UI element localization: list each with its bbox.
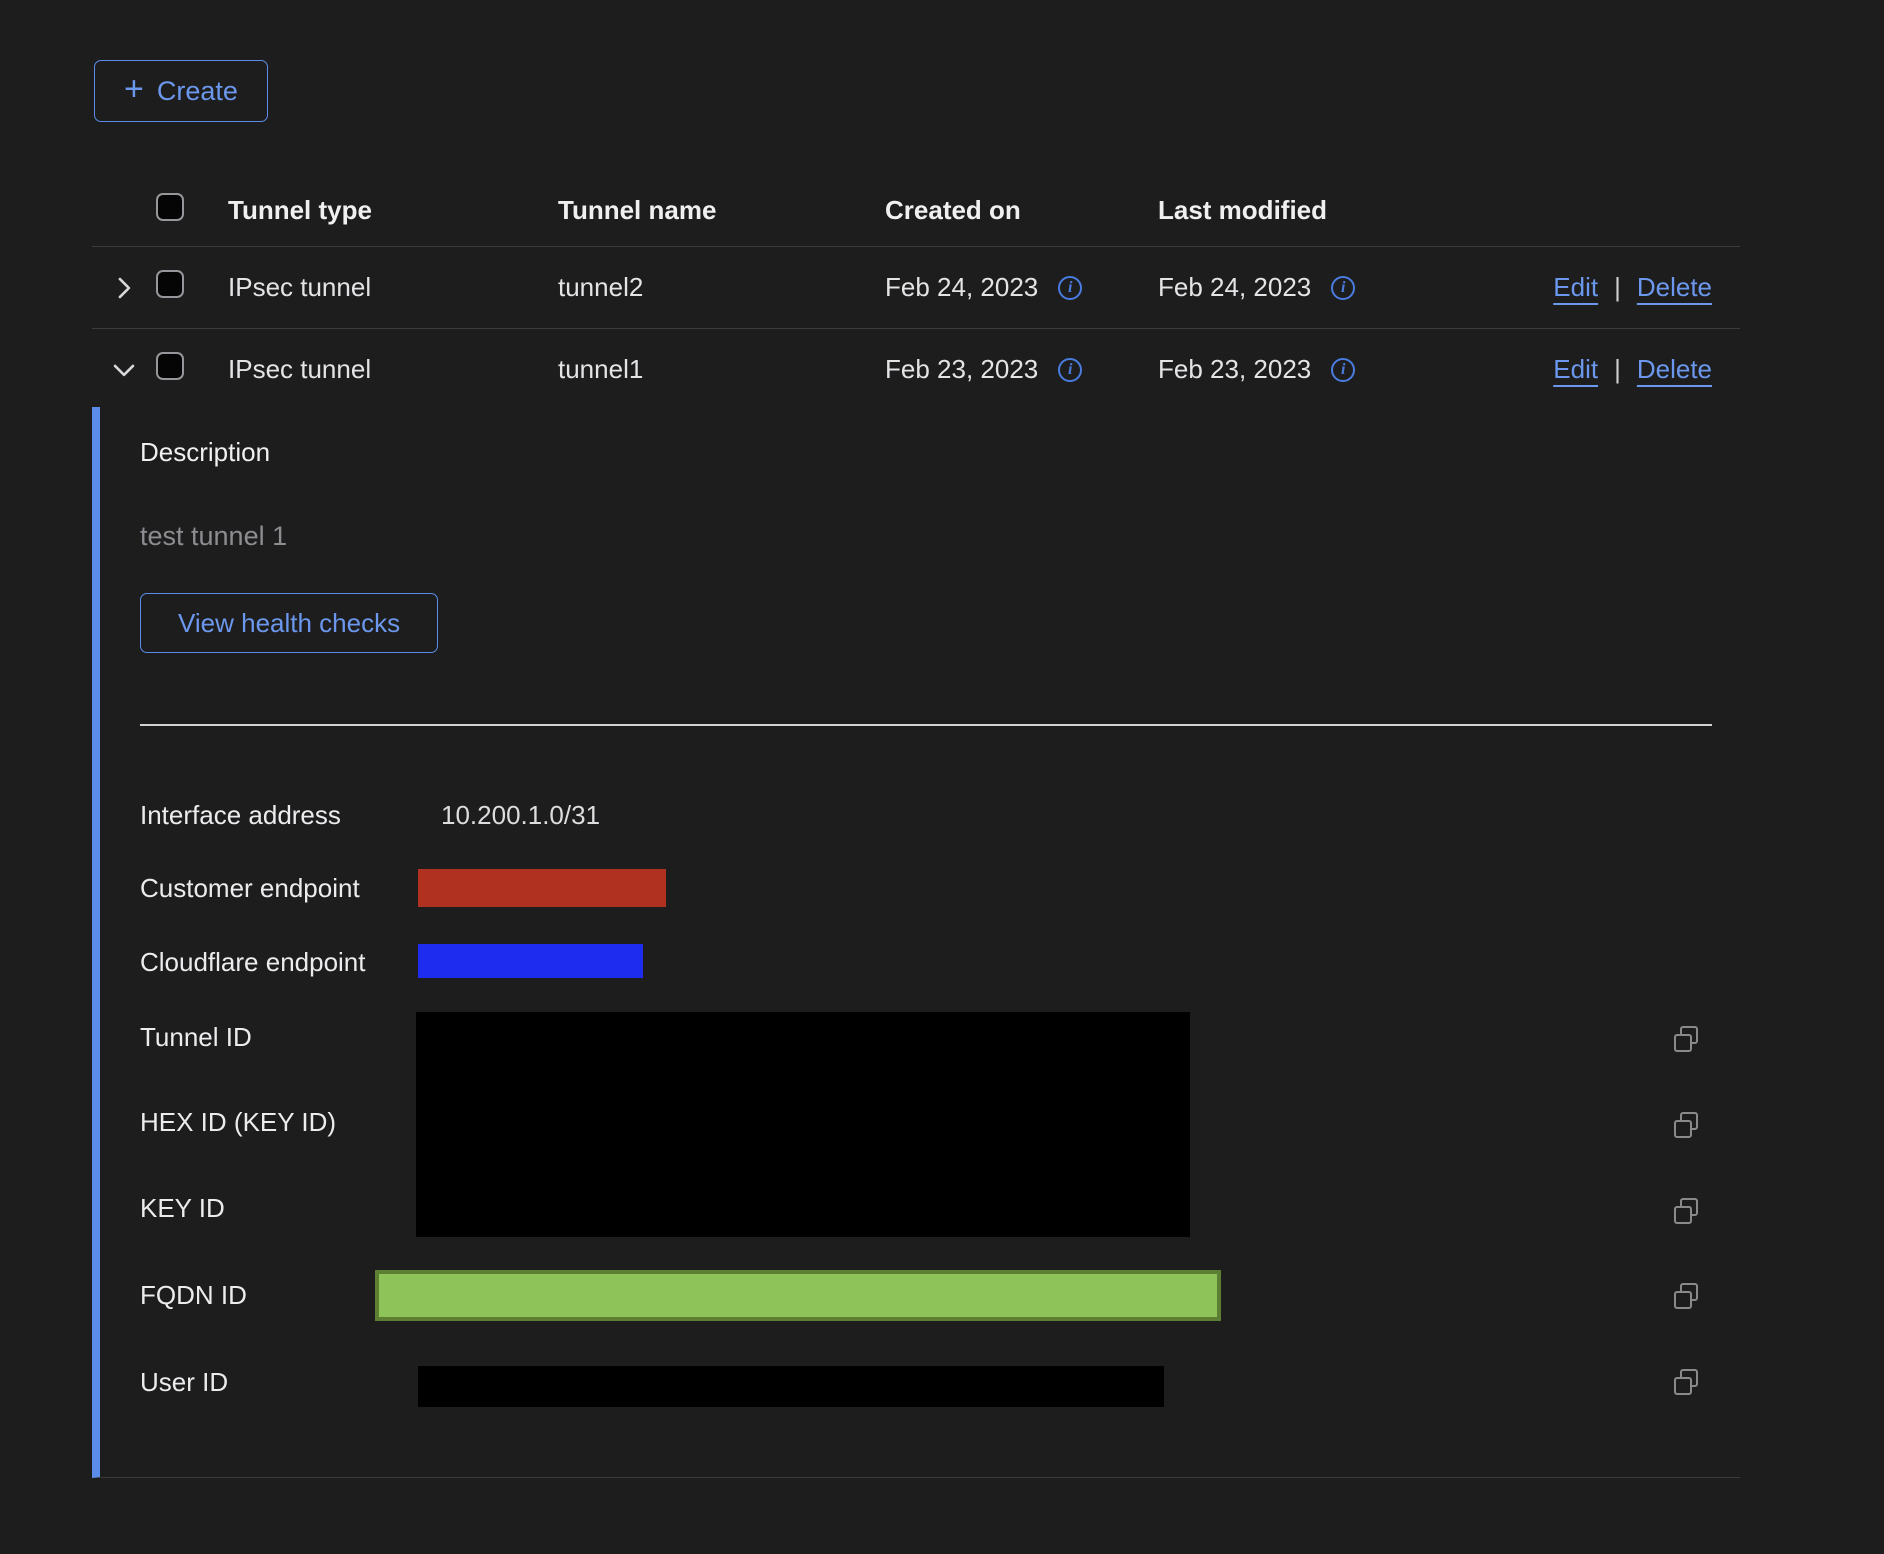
create-button[interactable]: + Create xyxy=(94,60,268,122)
header-created-on: Created on xyxy=(885,195,1158,226)
copy-icon xyxy=(1670,1280,1702,1312)
cloudflare-endpoint-redacted-value xyxy=(418,944,643,978)
copy-icon xyxy=(1670,1366,1702,1398)
customer-endpoint-label: Customer endpoint xyxy=(140,873,360,903)
tunnel-id-label: Tunnel ID xyxy=(140,1022,252,1052)
tunnel-detail-panel: Description test tunnel 1 View health ch… xyxy=(92,407,1740,1478)
ids-redacted-block xyxy=(416,1012,1190,1237)
header-last-modified: Last modified xyxy=(1158,195,1463,226)
action-separator: | xyxy=(1614,272,1621,303)
fqdn-id-redacted-value xyxy=(375,1270,1221,1321)
user-id-label: User ID xyxy=(140,1367,228,1397)
delete-link[interactable]: Delete xyxy=(1637,354,1712,385)
interface-address-value: 10.200.1.0/31 xyxy=(441,800,600,830)
user-id-redacted-value xyxy=(418,1366,1164,1407)
description-value: test tunnel 1 xyxy=(140,521,287,551)
copy-hex-id-button[interactable] xyxy=(1670,1109,1702,1141)
info-icon[interactable]: i xyxy=(1331,276,1355,300)
last-modified-cell: Feb 24, 2023 xyxy=(1158,272,1311,303)
created-on-cell: Feb 23, 2023 xyxy=(885,354,1038,385)
last-modified-cell: Feb 23, 2023 xyxy=(1158,354,1311,385)
tunnel-name-cell: tunnel1 xyxy=(558,354,885,385)
section-divider xyxy=(140,724,1712,726)
plus-icon: + xyxy=(124,72,144,106)
chevron-right-icon xyxy=(111,275,137,301)
key-id-label: KEY ID xyxy=(140,1193,225,1223)
created-on-cell: Feb 24, 2023 xyxy=(885,272,1038,303)
expand-row-button[interactable] xyxy=(92,275,156,301)
customer-endpoint-redacted-value xyxy=(418,869,666,907)
copy-tunnel-id-button[interactable] xyxy=(1670,1023,1702,1055)
header-tunnel-type: Tunnel type xyxy=(228,195,558,226)
collapse-row-button[interactable] xyxy=(92,357,156,383)
cloudflare-endpoint-label: Cloudflare endpoint xyxy=(140,947,366,977)
info-icon[interactable]: i xyxy=(1058,276,1082,300)
hex-id-label: HEX ID (KEY ID) xyxy=(140,1107,336,1137)
row-checkbox[interactable] xyxy=(156,270,184,298)
copy-user-id-button[interactable] xyxy=(1670,1366,1702,1398)
row-checkbox[interactable] xyxy=(156,352,184,380)
create-button-label: Create xyxy=(157,76,238,107)
delete-link[interactable]: Delete xyxy=(1637,272,1712,303)
edit-link[interactable]: Edit xyxy=(1553,272,1598,303)
info-icon[interactable]: i xyxy=(1331,358,1355,382)
table-row-tunnel2: IPsec tunnel tunnel2 Feb 24, 2023 i Feb … xyxy=(92,247,1740,329)
table-header-row: Tunnel type Tunnel name Created on Last … xyxy=(92,175,1740,247)
tunnel-type-cell: IPsec tunnel xyxy=(228,272,558,303)
chevron-down-icon xyxy=(111,357,137,383)
action-separator: | xyxy=(1614,354,1621,385)
edit-link[interactable]: Edit xyxy=(1553,354,1598,385)
tunnel-type-cell: IPsec tunnel xyxy=(228,354,558,385)
table-row-tunnel1: IPsec tunnel tunnel1 Feb 23, 2023 i Feb … xyxy=(92,329,1740,410)
select-all-checkbox[interactable] xyxy=(156,193,184,221)
tunnel-table: Tunnel type Tunnel name Created on Last … xyxy=(92,175,1740,410)
copy-fqdn-id-button[interactable] xyxy=(1670,1280,1702,1312)
info-icon[interactable]: i xyxy=(1058,358,1082,382)
copy-icon xyxy=(1670,1195,1702,1227)
header-tunnel-name: Tunnel name xyxy=(558,195,885,226)
tunnel-name-cell: tunnel2 xyxy=(558,272,885,303)
interface-address-label: Interface address xyxy=(140,800,341,830)
view-health-checks-button[interactable]: View health checks xyxy=(140,593,438,653)
description-label: Description xyxy=(140,437,270,467)
copy-icon xyxy=(1670,1023,1702,1055)
copy-icon xyxy=(1670,1109,1702,1141)
fqdn-id-label: FQDN ID xyxy=(140,1280,247,1310)
copy-key-id-button[interactable] xyxy=(1670,1195,1702,1227)
